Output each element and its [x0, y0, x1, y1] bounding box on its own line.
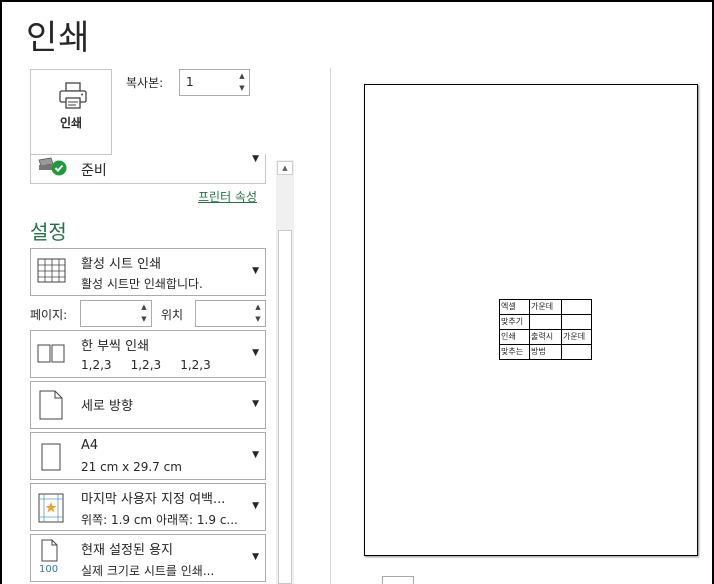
sheet-grid-icon: [37, 258, 66, 283]
paper-size-dropdown[interactable]: A4 21 cm x 29.7 cm ▼: [30, 432, 266, 480]
table-row: 엑셀 가운데: [499, 299, 592, 315]
margins-title: 마지막 사용자 지정 여백...: [81, 492, 226, 507]
paper-size-description: 21 cm x 29.7 cm: [81, 460, 182, 474]
printer-properties-link[interactable]: 프린터 속성: [198, 188, 257, 205]
table-cell: [561, 314, 592, 330]
pages-to-input[interactable]: ▲ ▼: [195, 300, 266, 327]
scaling-dropdown[interactable]: 100 현재 설정된 용지 실제 크기로 시트를 인쇄... ▼: [30, 534, 266, 582]
collation-dropdown[interactable]: 한 부씩 인쇄 1,2,3 1,2,3 1,2,3 ▼: [30, 330, 266, 378]
table-row: 맞추는 방법: [499, 344, 592, 360]
dropdown-arrow-icon: ▼: [252, 552, 259, 562]
paper-size-icon: [41, 443, 61, 471]
print-button-label: 인쇄: [59, 116, 83, 130]
dropdown-arrow-icon: ▼: [252, 450, 259, 460]
chevron-up-icon[interactable]: ▲: [253, 302, 263, 313]
page-number-input[interactable]: [382, 576, 414, 584]
table-cell: 가운데: [561, 329, 592, 345]
print-button[interactable]: 인쇄: [30, 69, 112, 155]
dropdown-arrow-icon: ▼: [252, 348, 259, 358]
pages-from-input[interactable]: ▲ ▼: [80, 300, 152, 327]
chevron-down-icon[interactable]: ▼: [253, 314, 263, 325]
actual-size-icon: 100: [39, 539, 58, 575]
printer-status: 준비: [81, 163, 107, 179]
table-cell: 맞추기: [499, 314, 530, 330]
table-cell: 엑셀: [499, 299, 530, 315]
actual-size-icon-text: 100: [39, 564, 58, 575]
chevron-down-icon[interactable]: ▼: [139, 314, 149, 325]
table-cell: 맞추는: [499, 344, 530, 360]
copies-stepper[interactable]: 1 ▲ ▼: [179, 69, 250, 96]
scrollbar-thumb[interactable]: [278, 230, 292, 584]
dropdown-arrow-icon: ▼: [252, 154, 259, 164]
collation-title: 한 부씩 인쇄: [81, 339, 150, 354]
dropdown-arrow-icon: ▼: [252, 399, 259, 409]
printer-dropdown[interactable]: 준비 ▼: [30, 154, 266, 184]
settings-heading: 설정: [30, 220, 67, 244]
preview-sheet-table: 엑셀 가운데 맞추기 인쇄 출력시 가운데 맞추는 방법: [499, 299, 592, 360]
paper-size-title: A4: [81, 438, 99, 453]
pages-label: 페이지:: [30, 308, 68, 322]
table-row: 맞추기: [499, 314, 592, 330]
scaling-description: 실제 크기로 시트를 인쇄...: [81, 564, 215, 578]
table-cell: 출력시: [529, 329, 562, 345]
table-cell: 인쇄: [499, 329, 530, 345]
collation-description: 1,2,3 1,2,3 1,2,3: [81, 358, 211, 372]
printer-ready-icon: [38, 157, 67, 176]
table-cell: [529, 314, 562, 330]
dropdown-arrow-icon: ▼: [252, 501, 259, 511]
table-cell: 가운데: [529, 299, 562, 315]
page-title: 인쇄: [26, 18, 91, 58]
table-cell: [561, 344, 592, 360]
copies-label: 복사본:: [126, 76, 164, 90]
print-what-description: 활성 시트만 인쇄합니다.: [81, 277, 203, 291]
panel-divider: [330, 68, 331, 584]
scaling-title: 현재 설정된 용지: [81, 543, 173, 558]
chevron-up-icon[interactable]: ▲: [237, 71, 247, 82]
scroll-up-icon[interactable]: ▲: [277, 161, 293, 175]
custom-margins-icon: [38, 493, 64, 523]
margins-description: 위쪽: 1.9 cm 아래쪽: 1.9 c...: [81, 513, 238, 527]
chevron-up-icon[interactable]: ▲: [139, 302, 149, 313]
chevron-down-icon[interactable]: ▼: [237, 83, 247, 94]
table-cell: [561, 299, 592, 315]
print-what-dropdown[interactable]: 활성 시트 인쇄 활성 시트만 인쇄합니다. ▼: [30, 248, 266, 296]
portrait-page-icon: [39, 390, 63, 420]
dropdown-arrow-icon: ▼: [252, 266, 259, 276]
print-what-title: 활성 시트 인쇄: [81, 257, 162, 272]
printer-icon: [59, 82, 87, 109]
orientation-title: 세로 방향: [81, 399, 133, 414]
margins-dropdown[interactable]: 마지막 사용자 지정 여백... 위쪽: 1.9 cm 아래쪽: 1.9 c..…: [30, 483, 266, 531]
pages-to-label: 위치: [161, 308, 184, 322]
collated-icon: [37, 344, 65, 363]
table-row: 인쇄 출력시 가운데: [499, 329, 592, 345]
table-cell: 방법: [529, 344, 562, 360]
copies-value: 1: [186, 75, 194, 89]
orientation-dropdown[interactable]: 세로 방향 ▼: [30, 381, 266, 429]
